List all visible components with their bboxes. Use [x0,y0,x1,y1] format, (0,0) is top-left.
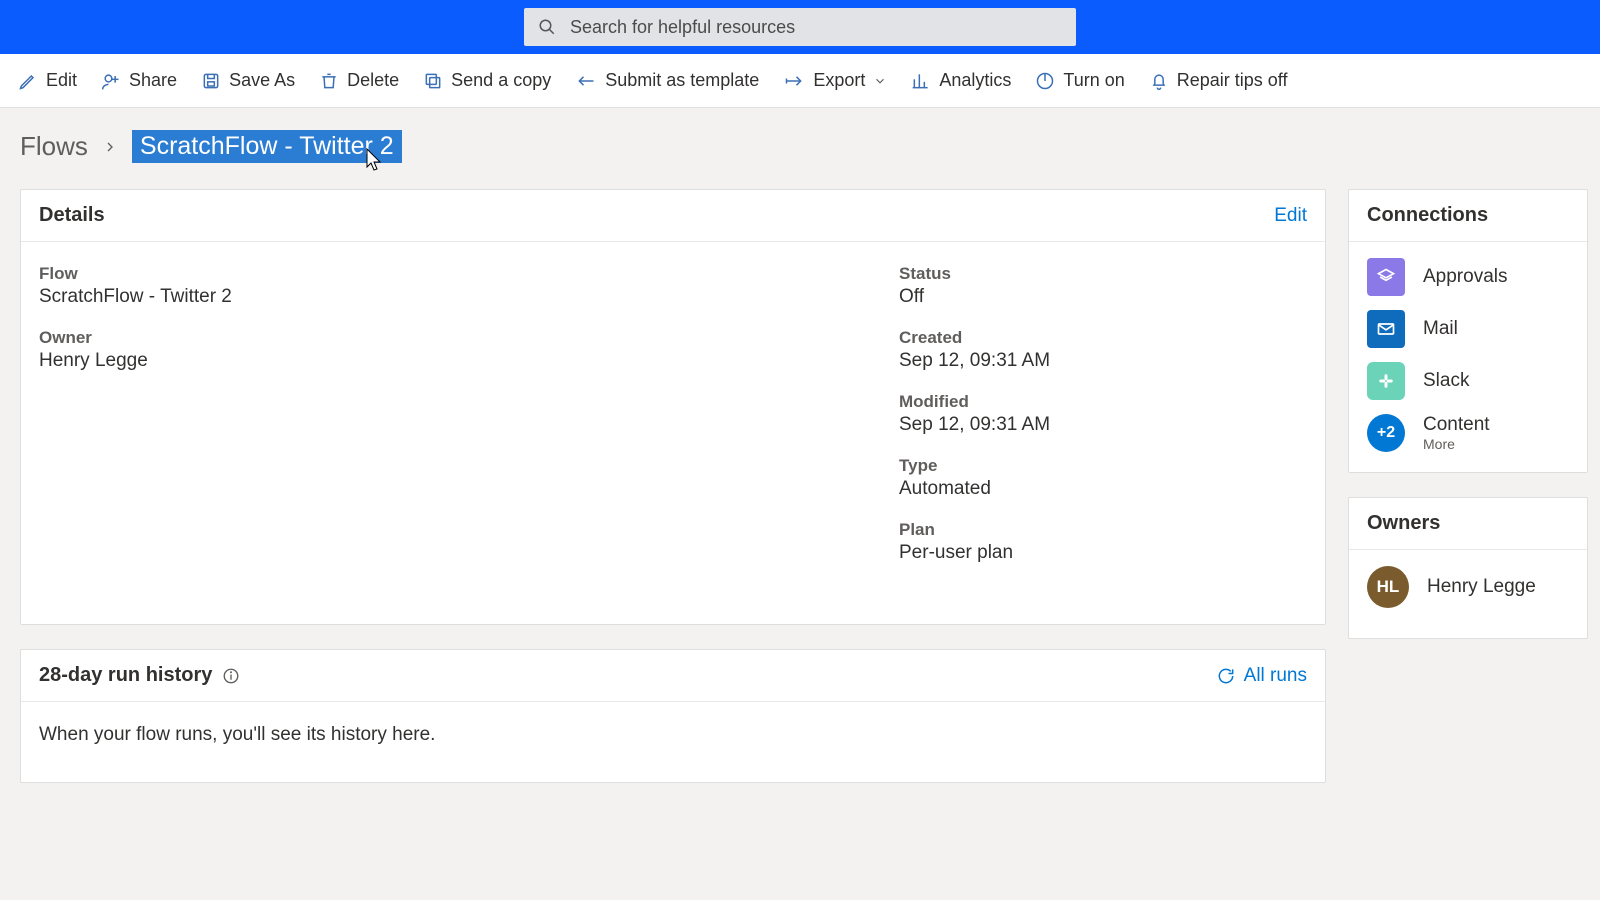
connection-item[interactable]: Mail [1367,310,1569,348]
save-as-button[interactable]: Save As [201,70,295,91]
connection-item[interactable]: Slack [1367,362,1569,400]
share-label: Share [129,70,177,91]
created-field: Created Sep 12, 09:31 AM [899,328,1307,372]
flow-field: Flow ScratchFlow - Twitter 2 [39,264,899,308]
plan-value: Per-user plan [899,542,1307,564]
refresh-icon [1216,666,1236,686]
owner-name: Henry Legge [1427,576,1536,598]
avatar: HL [1367,566,1409,608]
pencil-icon [18,71,38,91]
repair-tips-button[interactable]: Repair tips off [1149,70,1288,91]
run-history-card: 28-day run history All runs When your fl… [20,649,1326,783]
plan-label: Plan [899,520,1307,540]
share-icon [101,71,121,91]
send-copy-label: Send a copy [451,70,551,91]
search-icon [538,18,556,36]
connection-item[interactable]: Approvals [1367,258,1569,296]
analytics-label: Analytics [939,70,1011,91]
search-box[interactable] [524,8,1076,46]
connections-card: Connections Approvals Mail [1348,189,1588,473]
more-sub: More [1423,436,1490,452]
breadcrumb: Flows ScratchFlow - Twitter 2 [0,108,1600,189]
all-runs-label: All runs [1244,665,1307,687]
breadcrumb-current: ScratchFlow - Twitter 2 [132,130,402,163]
slack-icon [1367,362,1405,400]
export-button[interactable]: Export [783,70,887,91]
all-runs-link[interactable]: All runs [1216,665,1307,687]
save-as-label: Save As [229,70,295,91]
export-icon [783,71,805,91]
type-label: Type [899,456,1307,476]
breadcrumb-root[interactable]: Flows [20,131,88,162]
submit-label: Submit as template [605,70,759,91]
owner-field: Owner Henry Legge [39,328,899,372]
edit-button[interactable]: Edit [18,70,77,91]
runs-title: 28-day run history [39,664,212,687]
bell-icon [1149,71,1169,91]
share-button[interactable]: Share [101,70,177,91]
export-label: Export [813,70,865,91]
more-label: Content [1423,414,1490,436]
owners-card: Owners HL Henry Legge [1348,497,1588,639]
turn-on-button[interactable]: Turn on [1035,70,1124,91]
created-value: Sep 12, 09:31 AM [899,350,1307,372]
owner-value: Henry Legge [39,350,899,372]
analytics-icon [911,71,931,91]
type-value: Automated [899,478,1307,500]
mail-icon [1367,310,1405,348]
top-bar [0,0,1600,54]
plan-field: Plan Per-user plan [899,520,1307,564]
save-icon [201,71,221,91]
flow-value: ScratchFlow - Twitter 2 [39,286,899,308]
copy-icon [423,71,443,91]
info-icon[interactable] [222,667,240,685]
status-label: Status [899,264,1307,284]
created-label: Created [899,328,1307,348]
connection-label: Mail [1423,318,1458,340]
type-field: Type Automated [899,456,1307,500]
approvals-icon [1367,258,1405,296]
submit-template-button[interactable]: Submit as template [575,70,759,91]
connections-title: Connections [1367,204,1488,227]
chevron-right-icon [102,139,118,155]
repair-label: Repair tips off [1177,70,1288,91]
details-edit-link[interactable]: Edit [1274,205,1307,227]
power-icon [1035,71,1055,91]
modified-field: Modified Sep 12, 09:31 AM [899,392,1307,436]
delete-button[interactable]: Delete [319,70,399,91]
connection-more[interactable]: +2 Content More [1367,414,1569,452]
search-input[interactable] [570,17,1062,38]
owners-title: Owners [1367,512,1440,535]
modified-label: Modified [899,392,1307,412]
runs-empty-text: When your flow runs, you'll see its hist… [21,702,1325,782]
turn-on-label: Turn on [1063,70,1124,91]
command-bar: Edit Share Save As Delete Send a copy Su… [0,54,1600,108]
analytics-button[interactable]: Analytics [911,70,1011,91]
send-copy-button[interactable]: Send a copy [423,70,551,91]
status-field: Status Off [899,264,1307,308]
more-badge-icon: +2 [1367,414,1405,452]
flow-label: Flow [39,264,899,284]
connection-label: Approvals [1423,266,1508,288]
delete-label: Delete [347,70,399,91]
connection-label: Slack [1423,370,1469,392]
trash-icon [319,71,339,91]
details-title: Details [39,204,105,227]
submit-icon [575,71,597,91]
details-card: Details Edit Flow ScratchFlow - Twitter … [20,189,1326,625]
owner-label: Owner [39,328,899,348]
status-value: Off [899,286,1307,308]
owner-item[interactable]: HL Henry Legge [1367,566,1569,608]
chevron-down-icon [873,74,887,88]
edit-label: Edit [46,70,77,91]
modified-value: Sep 12, 09:31 AM [899,414,1307,436]
